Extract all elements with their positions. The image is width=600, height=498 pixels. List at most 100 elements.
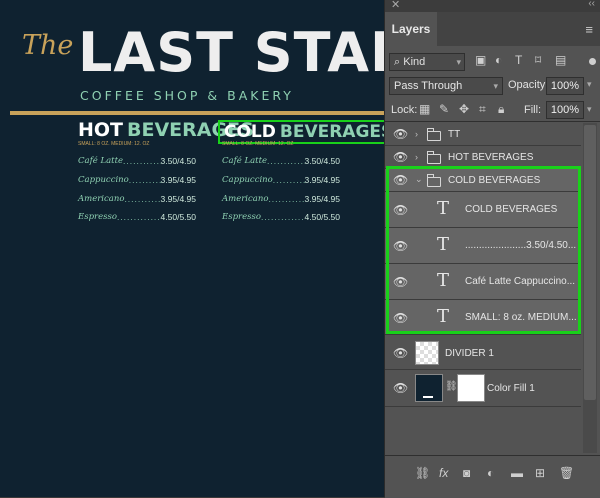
smart-object-filter-icon[interactable]: ▤ — [555, 53, 566, 67]
divider — [385, 121, 600, 122]
hot-sizes-note: SMALL: 8 OZ. MEDIUM: 12. OZ — [78, 141, 150, 147]
item-name: Espresso — [222, 212, 261, 222]
menu-item-row: Café Latte..............................… — [222, 156, 340, 166]
item-price: 3.95/4.95 — [160, 175, 196, 185]
image-filter-icon[interactable]: ▣ — [475, 53, 486, 67]
document-canvas[interactable]: The LAST STAND COFFEE SHOP & BAKERY HOT B… — [0, 0, 384, 497]
visibility-eye-icon[interactable]: 👁︎ — [393, 150, 408, 164]
adjustment-layer-icon[interactable]: ◐ — [487, 466, 494, 480]
tab-layers[interactable]: Layers — [385, 12, 437, 46]
item-dots: ........................................… — [116, 212, 161, 222]
link-layers-icon[interactable]: ⛓︎ — [415, 466, 430, 480]
item-price: 3.95/4.95 — [304, 175, 340, 185]
item-price: 4.50/5.50 — [304, 212, 340, 222]
item-dots: ........................................… — [272, 175, 305, 185]
menu-item-row: Americano...............................… — [78, 194, 196, 204]
blend-mode-select[interactable]: Pass Through ▾ — [389, 77, 503, 95]
layer-name: HOT BEVERAGES — [448, 152, 534, 163]
item-dots: ........................................… — [124, 194, 160, 204]
menu-item-row: Espresso................................… — [222, 212, 340, 222]
lock-label: Lock: — [391, 104, 418, 116]
fill-label: Fill: — [524, 104, 542, 116]
item-price: 3.95/4.95 — [304, 194, 340, 204]
menu-item-row: Espresso................................… — [78, 212, 196, 222]
lock-paint-icon[interactable]: ✎ — [439, 102, 449, 116]
item-name: Cappuccino — [78, 175, 129, 185]
menu-item-row: Cappuccino..............................… — [78, 175, 196, 185]
chevron-down-icon: ▾ — [456, 57, 461, 67]
fx-icon[interactable]: fx — [439, 466, 448, 480]
item-dots: ........................................… — [267, 156, 305, 166]
visibility-eye-icon[interactable]: 👁︎ — [393, 381, 408, 395]
item-name: Cappuccino — [222, 175, 273, 185]
chevron-down-icon[interactable]: ▾ — [587, 79, 592, 90]
lock-artboard-icon[interactable]: ⌗ — [479, 102, 486, 117]
opacity-input[interactable]: 100% — [546, 77, 584, 95]
new-group-icon[interactable]: ▬ — [511, 466, 523, 480]
item-name: Americano — [222, 194, 269, 204]
close-icon[interactable]: ✕ — [391, 0, 400, 11]
item-price: 4.50/5.50 — [160, 212, 196, 222]
lock-transparent-icon[interactable]: ▦ — [419, 102, 430, 116]
new-layer-icon[interactable]: ⊞ — [535, 466, 545, 480]
folder-icon — [427, 128, 441, 141]
logo-the-text: The — [22, 30, 74, 61]
opacity-label: Opacity: — [508, 79, 549, 91]
layer-mask-thumbnail[interactable] — [457, 374, 485, 402]
cold-word: COLD — [224, 122, 276, 142]
item-name: Café Latte — [78, 156, 124, 166]
chevron-down-icon[interactable]: ▾ — [587, 104, 592, 115]
chevron-right-icon[interactable]: › — [415, 129, 418, 139]
fill-input[interactable]: 100% — [546, 101, 584, 119]
cold-sizes-note: SMALL: 8 OZ. MEDIUM: 12. OZ — [222, 141, 294, 147]
search-icon: ⌕ — [394, 56, 401, 68]
item-name: Americano — [78, 194, 125, 204]
item-name: Espresso — [78, 212, 117, 222]
chevron-right-icon[interactable]: › — [415, 152, 418, 162]
trash-icon[interactable]: 🗑︎ — [559, 466, 574, 480]
chevron-down-icon: ▾ — [493, 81, 498, 91]
folder-icon — [427, 151, 441, 164]
lock-all-icon[interactable]: 🔒︎ — [498, 102, 504, 117]
item-dots: ........................................… — [268, 194, 304, 204]
collapse-icon[interactable]: ‹‹ — [588, 0, 595, 9]
filter-kind-label: Kind — [403, 56, 426, 68]
item-price: 3.95/4.95 — [160, 194, 196, 204]
menu-item-row: Cappuccino..............................… — [222, 175, 340, 185]
logo-subtitle: COFFEE SHOP & BAKERY — [80, 88, 294, 103]
item-price: 3.50/4.50 — [160, 156, 196, 166]
item-dots: ........................................… — [123, 156, 161, 166]
gold-divider — [10, 111, 384, 115]
type-filter-icon[interactable]: T — [515, 53, 522, 67]
filter-kind-select[interactable]: ⌕ Kind ▾ — [389, 53, 465, 71]
link-chain-icon[interactable]: ⛓︎ — [445, 381, 458, 392]
layer-group-tt[interactable]: 👁︎ › TT — [385, 123, 581, 146]
layer-color-fill-1[interactable]: 👁︎ ⛓︎ Color Fill 1 — [385, 370, 581, 407]
shape-filter-icon[interactable]: ⌑ — [535, 53, 541, 67]
layer-thumbnail — [415, 374, 443, 402]
adjustment-filter-icon[interactable]: ◐ — [495, 53, 502, 67]
lock-move-icon[interactable]: ✥ — [459, 102, 469, 116]
layer-name: Color Fill 1 — [487, 383, 535, 394]
layers-panel: ✕ ‹‹ Layers ≡ ⌕ Kind ▾ ▣ ◐ T ⌑ ▤ Pass Th… — [384, 0, 600, 498]
filter-toggle-icon[interactable] — [589, 58, 596, 65]
visibility-eye-icon[interactable]: 👁︎ — [393, 127, 408, 141]
scrollbar-thumb[interactable] — [584, 125, 596, 400]
beverages-word: BEVERAGES — [279, 122, 384, 142]
layer-divider-1[interactable]: 👁︎ DIVIDER 1 — [385, 337, 581, 370]
item-price: 3.50/4.50 — [304, 156, 340, 166]
logo-title: LAST STAND — [78, 21, 384, 84]
menu-item-row: Café Latte..............................… — [78, 156, 196, 166]
layer-name: TT — [448, 129, 461, 140]
selection-highlight-box — [386, 166, 581, 334]
panel-title-bar: ✕ ‹‹ — [385, 0, 600, 12]
item-name: Café Latte — [222, 156, 268, 166]
layer-name: DIVIDER 1 — [445, 348, 494, 359]
add-mask-icon[interactable]: ◙ — [463, 466, 470, 480]
visibility-eye-icon[interactable]: 👁︎ — [393, 346, 408, 360]
panel-tab-row: Layers ≡ — [385, 12, 600, 46]
layer-thumbnail — [415, 341, 439, 365]
hot-word: HOT — [78, 119, 124, 141]
panel-menu-icon[interactable]: ≡ — [585, 22, 593, 37]
blend-mode-value: Pass Through — [394, 80, 463, 92]
